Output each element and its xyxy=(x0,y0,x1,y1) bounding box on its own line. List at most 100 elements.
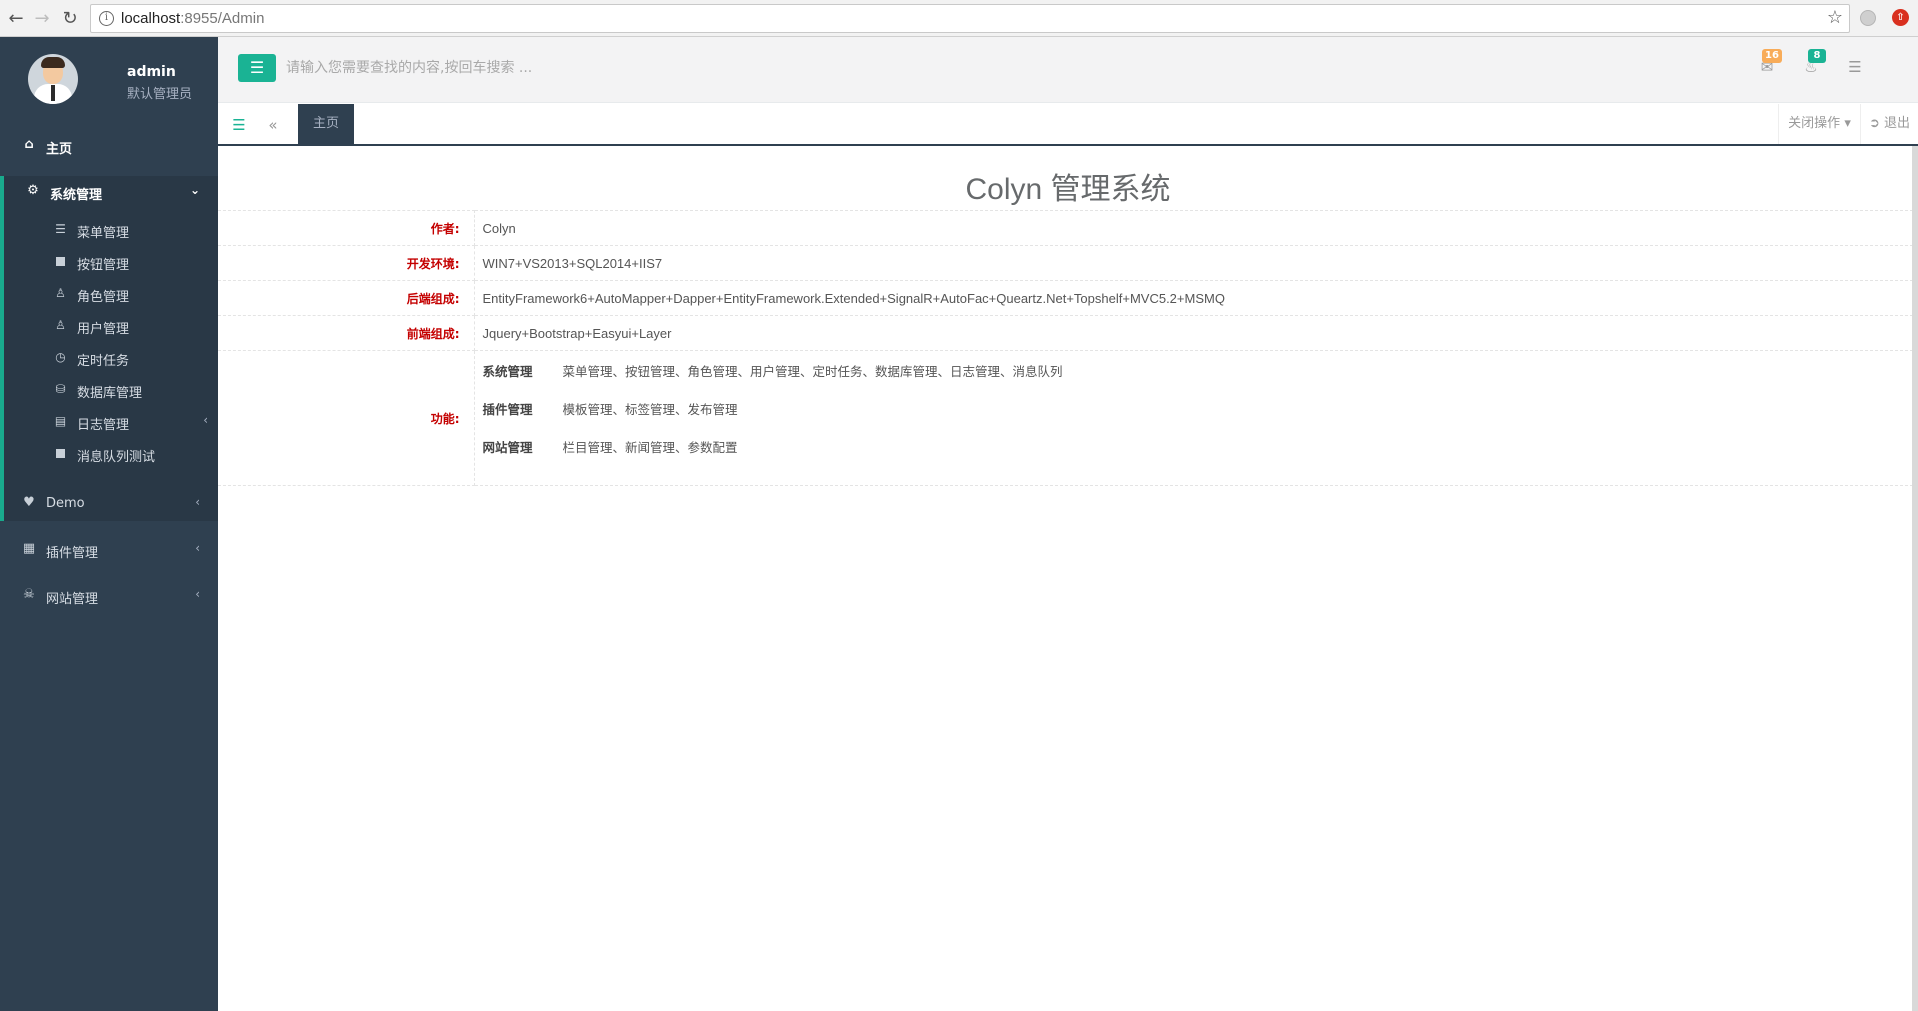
row-label: 开发环境: xyxy=(218,245,475,281)
chevron-left-icon: ‹ xyxy=(203,413,208,427)
chevron-down-icon: ⌄ xyxy=(189,183,200,197)
sidebar-subitem-label: 日志管理 xyxy=(77,418,130,433)
sidebar-subitem-menu[interactable]: ☰ 菜单管理 xyxy=(0,215,218,245)
logout-label: 退出 xyxy=(1884,116,1911,131)
chevron-left-icon: ‹ xyxy=(195,541,200,555)
avatar[interactable] xyxy=(28,54,78,104)
user-icon: ♙ xyxy=(55,318,66,332)
main-content: Colyn 管理系统 作者: Colyn 开发环境: WIN7+VS2013+S… xyxy=(218,146,1918,1011)
sidebar-subitem-logs[interactable]: ▤ 日志管理 ‹ xyxy=(0,407,218,437)
function-items: 栏目管理、新闻管理、参数配置 xyxy=(562,439,738,455)
url-path: :8955/Admin xyxy=(180,10,265,27)
sidebar-subitem-label: 按钮管理 xyxy=(77,258,130,273)
sidebar-toggle-button[interactable]: ☰ xyxy=(238,54,276,82)
double-left-arrow-icon[interactable]: « xyxy=(262,115,284,135)
server-icon: ▦ xyxy=(22,541,36,556)
search-input[interactable] xyxy=(286,53,682,83)
forward-arrow-icon[interactable]: → xyxy=(30,6,54,30)
function-items: 模板管理、标签管理、发布管理 xyxy=(562,401,738,417)
browser-toolbar: ← → ↻ i localhost:8955/Admin ☆ ⇧ xyxy=(0,0,1918,37)
extension-icon[interactable] xyxy=(1860,10,1876,26)
reload-icon[interactable]: ↻ xyxy=(58,6,82,30)
list-icon: ☰ xyxy=(55,222,66,236)
sidebar-subitem-label: 角色管理 xyxy=(77,290,130,305)
sidebar-subitem-label: 数据库管理 xyxy=(77,386,143,401)
clock-icon: ◷ xyxy=(55,350,66,364)
row-value: EntityFramework6+AutoMapper+Dapper+Entit… xyxy=(474,280,1918,316)
bookmark-star-icon[interactable]: ☆ xyxy=(1827,7,1843,28)
sidebar-item-demo[interactable]: ♥ Demo ‹ xyxy=(0,484,218,524)
table-row: 前端组成: Jquery+Bootstrap+Easyui+Layer xyxy=(218,315,1918,351)
list-toggle-icon[interactable]: ☰ xyxy=(228,115,250,135)
sidebar-subitem-label: 定时任务 xyxy=(77,354,130,369)
table-row: 功能: 系统管理 菜单管理、按钮管理、角色管理、用户管理、定时任务、数据库管理、… xyxy=(218,350,1918,486)
caret-down-icon: ▾ xyxy=(1844,116,1851,131)
sidebar-item-system[interactable]: ⚙ 系统管理 ⌄ xyxy=(0,172,218,212)
sidebar-item-label: 插件管理 xyxy=(46,546,99,561)
close-operations-dropdown[interactable]: 关闭操作 ▾ xyxy=(1778,104,1860,144)
chevron-left-icon: ‹ xyxy=(195,495,200,509)
square-icon xyxy=(54,447,67,460)
sidebar-subitem-buttons[interactable]: 按钮管理 xyxy=(0,247,218,277)
url-text[interactable]: localhost:8955/Admin xyxy=(121,10,264,27)
functions-list: 系统管理 菜单管理、按钮管理、角色管理、用户管理、定时任务、数据库管理、日志管理… xyxy=(474,350,1918,486)
address-bar[interactable]: i localhost:8955/Admin ☆ xyxy=(90,4,1850,33)
sidebar-item-label: 主页 xyxy=(46,142,73,157)
table-row: 后端组成: EntityFramework6+AutoMapper+Dapper… xyxy=(218,280,1918,316)
back-arrow-icon[interactable]: ← xyxy=(4,6,28,30)
tab-home[interactable]: 主页 xyxy=(298,104,354,144)
tabs-bar: ☰ « 主页 关闭操作 ▾ ➲ 退出 xyxy=(218,104,1918,146)
row-label: 功能: xyxy=(218,350,475,486)
scrollbar[interactable] xyxy=(1912,146,1918,1011)
row-value: Jquery+Bootstrap+Easyui+Layer xyxy=(474,315,1918,351)
tasks-icon[interactable]: ☰ xyxy=(1846,59,1864,75)
home-icon: ⌂ xyxy=(24,137,34,152)
function-items: 菜单管理、按钮管理、角色管理、用户管理、定时任务、数据库管理、日志管理、消息队列 xyxy=(562,363,1063,379)
chevron-left-icon: ‹ xyxy=(195,587,200,601)
sidebar-item-label: 网站管理 xyxy=(46,592,99,607)
gear-icon: ⚙ xyxy=(27,183,39,198)
extension-alert-icon[interactable]: ⇧ xyxy=(1892,9,1909,26)
sidebar-item-label: Demo xyxy=(46,496,85,511)
sidebar-item-plugins[interactable]: ▦ 插件管理 ‹ xyxy=(0,530,218,570)
sidebar-subitem-database[interactable]: ⛁ 数据库管理 xyxy=(0,375,218,405)
function-name: 网站管理 xyxy=(482,439,533,455)
menu-icon: ☰ xyxy=(249,58,265,77)
row-value: WIN7+VS2013+SQL2014+IIS7 xyxy=(474,245,1918,281)
function-name: 插件管理 xyxy=(482,401,533,417)
sidebar-subitem-roles[interactable]: ♙ 角色管理 xyxy=(0,279,218,309)
database-icon: ⛁ xyxy=(55,382,66,396)
book-icon: ▤ xyxy=(54,414,67,428)
notification-count-badge: 8 xyxy=(1808,49,1826,63)
function-row: 网站管理 栏目管理、新闻管理、参数配置 xyxy=(483,427,1918,465)
info-icon[interactable]: i xyxy=(99,11,114,26)
sidebar-subitem-tasks[interactable]: ◷ 定时任务 xyxy=(0,343,218,373)
profile-role: 默认管理员 xyxy=(127,87,193,102)
page-title: Colyn 管理系统 xyxy=(965,173,1171,206)
sidebar-item-label: 系统管理 xyxy=(50,188,103,203)
sidebar-subitem-mq[interactable]: 消息队列测试 xyxy=(0,439,218,469)
row-label: 作者: xyxy=(218,210,475,246)
top-navbar: ☰ ✉ 16 ♨ 8 ☰ xyxy=(218,37,1918,103)
mail-count-badge: 16 xyxy=(1762,49,1782,63)
sitemap-icon: ☠ xyxy=(23,587,35,602)
sidebar-subitem-label: 用户管理 xyxy=(77,322,130,337)
function-row: 插件管理 模板管理、标签管理、发布管理 xyxy=(483,389,1918,427)
info-table: 作者: Colyn 开发环境: WIN7+VS2013+SQL2014+IIS7… xyxy=(218,210,1918,486)
sidebar-item-home[interactable]: ⌂ 主页 xyxy=(0,126,218,166)
row-label: 前端组成: xyxy=(218,315,475,351)
url-host: localhost xyxy=(121,10,181,27)
sidebar-subitem-label: 消息队列测试 xyxy=(77,450,156,465)
function-row: 系统管理 菜单管理、按钮管理、角色管理、用户管理、定时任务、数据库管理、日志管理… xyxy=(483,351,1918,389)
logout-button[interactable]: ➲ 退出 xyxy=(1860,104,1918,144)
function-name: 系统管理 xyxy=(482,363,533,379)
row-label: 后端组成: xyxy=(218,280,475,316)
profile-name[interactable]: admin xyxy=(127,64,176,80)
table-row: 开发环境: WIN7+VS2013+SQL2014+IIS7 xyxy=(218,245,1918,281)
close-operations-label: 关闭操作 xyxy=(1788,116,1841,131)
sidebar: admin 默认管理员 ⌂ 主页 ⚙ 系统管理 ⌄ ☰ 菜单管理 按钮管理 ♙ … xyxy=(0,37,218,1011)
sidebar-item-website[interactable]: ☠ 网站管理 ‹ xyxy=(0,576,218,616)
table-row: 作者: Colyn xyxy=(218,210,1918,246)
user-icon: ♙ xyxy=(55,286,66,300)
sidebar-subitem-users[interactable]: ♙ 用户管理 xyxy=(0,311,218,341)
